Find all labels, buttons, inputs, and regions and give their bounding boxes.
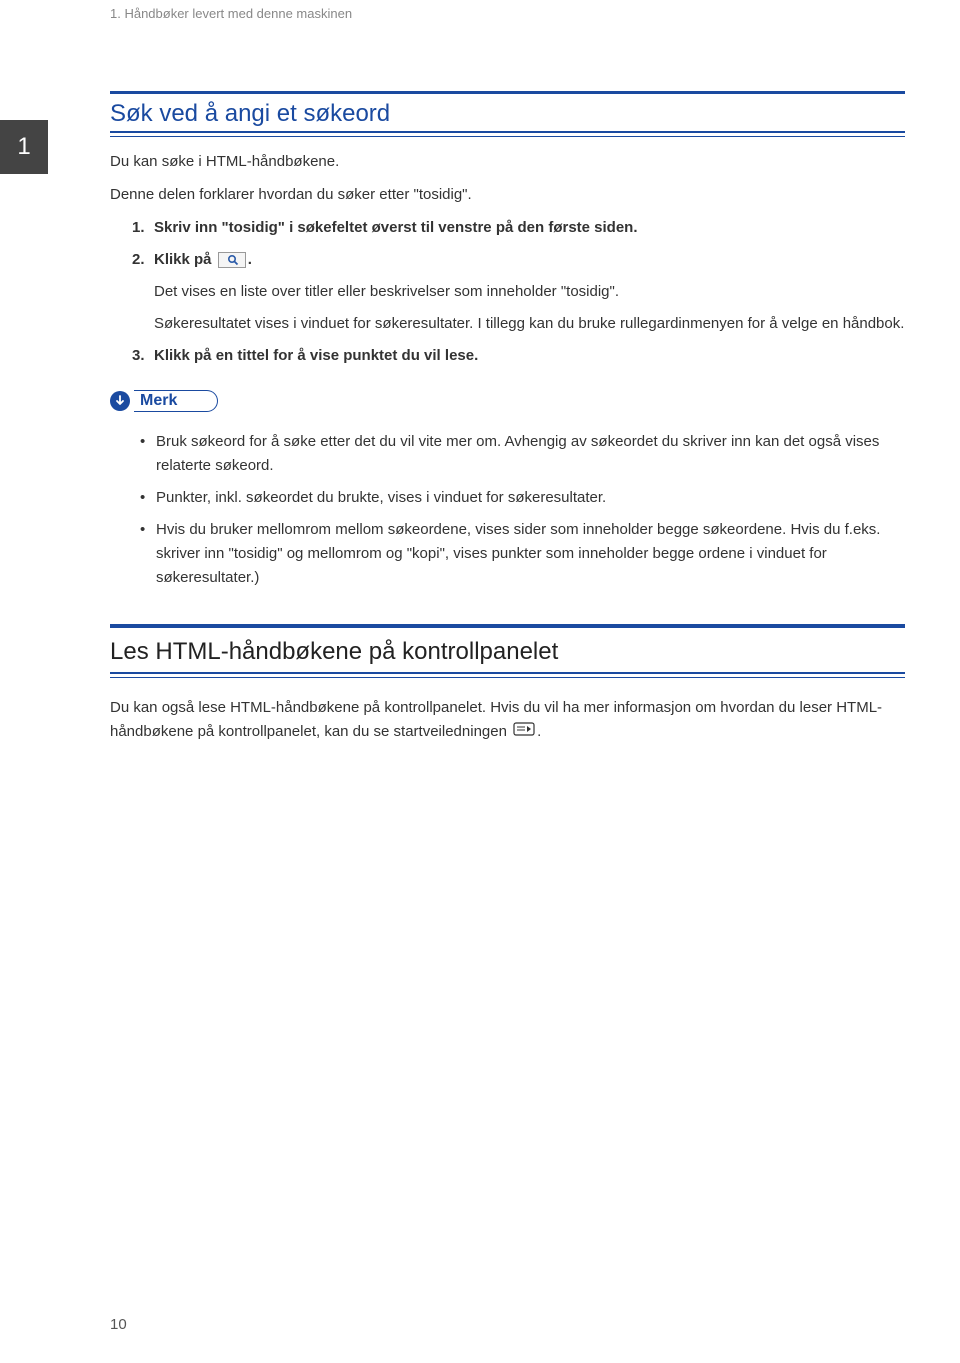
section-heading-search: Søk ved å angi et søkeord <box>110 91 905 133</box>
note-badge: Merk <box>110 390 218 412</box>
section-heading-control-panel: Les HTML-håndbøkene på kontrollpanelet <box>110 624 905 674</box>
note-item: Punkter, inkl. søkeordet du brukte, vise… <box>140 486 905 510</box>
note-item: Hvis du bruker mellomrom mellom søkeorde… <box>140 518 905 590</box>
search-icon <box>218 252 246 268</box>
step-2-suffix: . <box>248 251 252 268</box>
chapter-tab: 1 <box>0 120 48 174</box>
note-label: Merk <box>134 390 218 412</box>
arrow-down-icon <box>110 391 130 411</box>
running-head: 1. Håndbøker levert med denne maskinen <box>110 0 905 21</box>
chapter-number: 1 <box>17 133 30 161</box>
section2-body: Du kan også lese HTML-håndbøkene på kont… <box>110 696 905 744</box>
section2-suffix: . <box>537 723 541 740</box>
step-2-prefix: Klikk på <box>154 251 216 268</box>
step-2: Klikk på . <box>132 248 905 272</box>
page-number: 10 <box>110 1316 127 1333</box>
panel-icon <box>513 720 535 744</box>
section-control-panel: Les HTML-håndbøkene på kontrollpanelet D… <box>110 624 905 744</box>
step-3: Klikk på en tittel for å vise punktet du… <box>132 344 905 368</box>
section2-prefix: Du kan også lese HTML-håndbøkene på kont… <box>110 699 882 740</box>
note-list: Bruk søkeord for å søke etter det du vil… <box>140 430 905 590</box>
intro-line-1: Du kan søke i HTML-håndbøkene. <box>110 151 905 174</box>
step-2-note-1: Det vises en liste over titler eller bes… <box>154 280 905 304</box>
note-item: Bruk søkeord for å søke etter det du vil… <box>140 430 905 478</box>
intro-line-2: Denne delen forklarer hvordan du søker e… <box>110 184 905 207</box>
step-1: Skriv inn "tosidig" i søkefeltet øverst … <box>132 216 905 240</box>
step-2-note-2: Søkeresultatet vises i vinduet for søker… <box>154 312 905 336</box>
step-list-cont: Klikk på en tittel for å vise punktet du… <box>110 344 905 368</box>
step-list: Skriv inn "tosidig" i søkefeltet øverst … <box>110 216 905 272</box>
